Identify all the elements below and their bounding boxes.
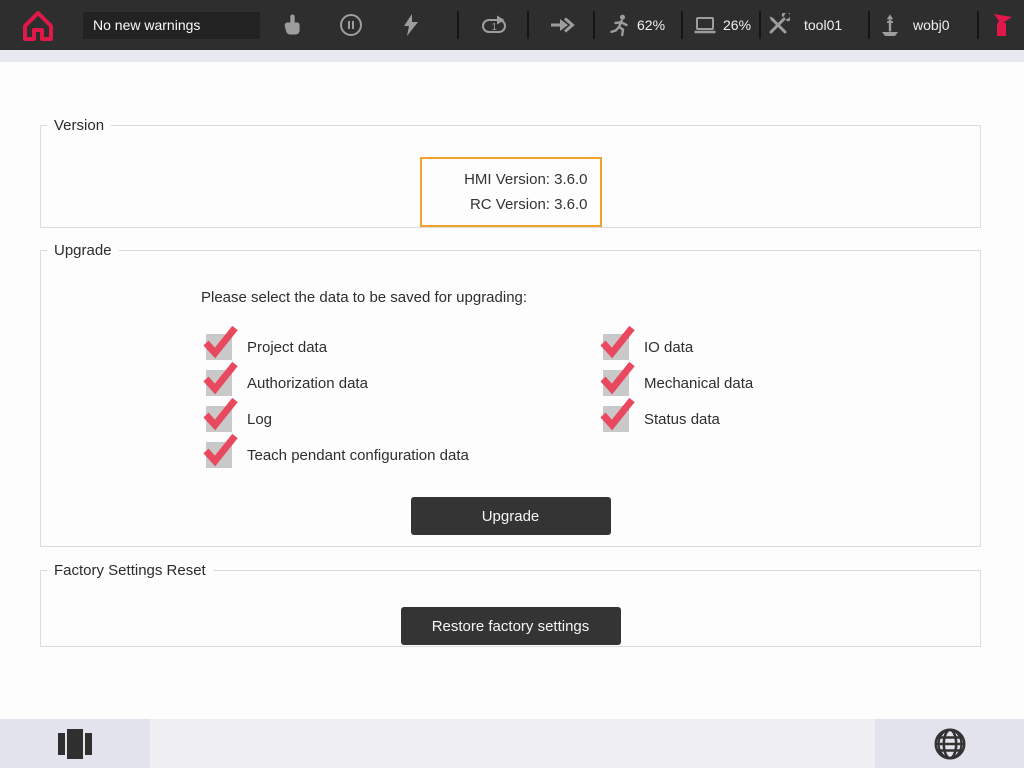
checkmark-icon — [599, 361, 635, 393]
checkbox-checked[interactable] — [206, 406, 232, 432]
bottom-taskbar — [0, 719, 1024, 768]
step-forward-button[interactable] — [550, 0, 576, 50]
top-status-bar: No new warnings 1 — [0, 0, 1024, 50]
factory-reset-section-title: Factory Settings Reset — [47, 562, 213, 579]
checkbox-item-authorization-data[interactable]: Authorization data — [206, 365, 469, 401]
laptop-icon — [692, 13, 718, 37]
checkbox-checked[interactable] — [603, 406, 629, 432]
home-icon — [18, 5, 58, 45]
home-button[interactable] — [18, 0, 58, 50]
topbar-divider — [759, 11, 761, 39]
checkbox-label: Project data — [247, 339, 327, 356]
checkbox-checked[interactable] — [206, 442, 232, 468]
loop-once-button[interactable]: 1 — [480, 0, 508, 50]
view-switcher-icon — [55, 726, 95, 762]
checkbox-item-project-data[interactable]: Project data — [206, 329, 469, 365]
upgrade-options-left-column: Project data Authorization data Log Teac… — [206, 329, 469, 473]
upgrade-button[interactable]: Upgrade — [411, 497, 611, 535]
warning-message-box[interactable]: No new warnings — [83, 12, 260, 39]
topbar-divider — [457, 11, 459, 39]
topbar-divider — [977, 11, 979, 39]
checkbox-checked[interactable] — [206, 370, 232, 396]
checkbox-item-log[interactable]: Log — [206, 401, 469, 437]
workobject-name-label: wobj0 — [913, 0, 950, 50]
globe-icon — [932, 726, 968, 762]
checkbox-checked[interactable] — [206, 334, 232, 360]
checkbox-label: Teach pendant configuration data — [247, 447, 469, 464]
checkmark-icon — [202, 325, 238, 357]
checkmark-icon — [202, 361, 238, 393]
checkmark-icon — [202, 397, 238, 429]
upgrade-section: Upgrade Please select the data to be sav… — [40, 242, 981, 547]
svg-text:1: 1 — [492, 22, 498, 33]
version-info-box: HMI Version: 3.6.0 RC Version: 3.6.0 — [420, 157, 602, 227]
checkbox-item-io-data[interactable]: IO data — [603, 329, 753, 365]
checkmark-icon — [599, 397, 635, 429]
tool-selector[interactable] — [766, 0, 790, 50]
joystick-icon — [878, 13, 902, 37]
manual-mode-button[interactable] — [280, 0, 304, 50]
upgrade-section-title: Upgrade — [47, 242, 119, 259]
system-load-indicator[interactable] — [692, 0, 718, 50]
brand-logo — [990, 0, 1014, 50]
checkbox-checked[interactable] — [603, 334, 629, 360]
checkbox-item-status-data[interactable]: Status data — [603, 401, 753, 437]
load-percent-label: 26% — [723, 0, 751, 50]
lightning-icon — [400, 13, 422, 37]
topbar-divider — [868, 11, 870, 39]
checkbox-label: Mechanical data — [644, 375, 753, 392]
checkbox-label: Status data — [644, 411, 720, 428]
step-forward-icon — [550, 13, 576, 37]
running-person-icon — [607, 13, 631, 37]
loop-once-icon: 1 — [480, 13, 508, 37]
language-button[interactable] — [875, 719, 1024, 768]
topbar-divider — [681, 11, 683, 39]
hmi-screen: No new warnings 1 — [0, 0, 1024, 768]
checkbox-item-mechanical-data[interactable]: Mechanical data — [603, 365, 753, 401]
tools-icon — [766, 13, 790, 37]
checkbox-checked[interactable] — [603, 370, 629, 396]
topbar-divider — [527, 11, 529, 39]
checkbox-item-teach-pendant-config[interactable]: Teach pendant configuration data — [206, 437, 469, 473]
view-switcher-button[interactable] — [0, 719, 150, 768]
topbar-shadow-strip — [0, 50, 1024, 62]
hand-touch-icon — [280, 13, 304, 37]
speed-percent-label: 62% — [637, 0, 665, 50]
upgrade-prompt-text: Please select the data to be saved for u… — [201, 289, 527, 306]
topbar-divider — [593, 11, 595, 39]
power-button[interactable] — [400, 0, 422, 50]
workobject-selector[interactable] — [878, 0, 902, 50]
checkbox-label: IO data — [644, 339, 693, 356]
factory-reset-section: Factory Settings Reset Restore factory s… — [40, 562, 981, 647]
pause-icon — [339, 13, 363, 37]
upgrade-options-right-column: IO data Mechanical data Status data — [603, 329, 753, 437]
checkbox-label: Authorization data — [247, 375, 368, 392]
checkmark-icon — [599, 325, 635, 357]
speed-indicator[interactable] — [607, 0, 631, 50]
checkmark-icon — [202, 433, 238, 465]
restore-factory-settings-button[interactable]: Restore factory settings — [401, 607, 621, 645]
pause-button[interactable] — [339, 0, 363, 50]
version-section: Version HMI Version: 3.6.0 RC Version: 3… — [40, 117, 981, 228]
checkbox-label: Log — [247, 411, 272, 428]
version-section-title: Version — [47, 117, 111, 134]
rc-version-text: RC Version: 3.6.0 — [470, 192, 588, 217]
robot-arm-logo-icon — [990, 9, 1014, 41]
tool-name-label: tool01 — [804, 0, 842, 50]
hmi-version-text: HMI Version: 3.6.0 — [464, 167, 587, 192]
